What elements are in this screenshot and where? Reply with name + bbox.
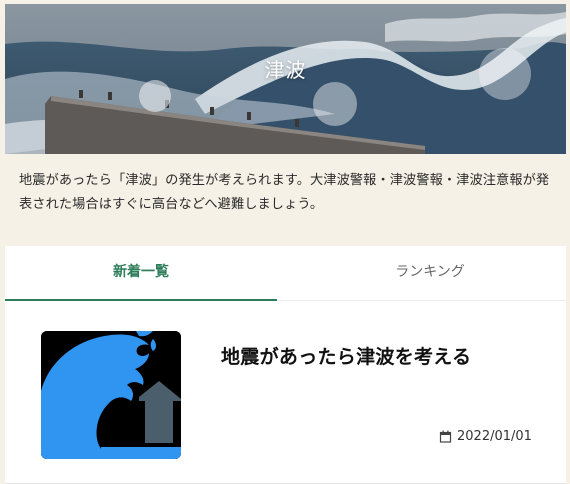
tab-new-arrivals-label: 新着一覧 xyxy=(113,264,169,280)
article-thumbnail[interactable] xyxy=(41,331,181,459)
tsunami-house-icon xyxy=(41,331,181,459)
tab-ranking-label: ランキング xyxy=(395,264,465,280)
article-date-text: 2022/01/01 xyxy=(457,429,532,444)
page: 津波 地震があったら「津波」の発生が考えられます。大津波警報・津波警報・津波注意… xyxy=(5,4,566,484)
hero-title: 津波 xyxy=(264,58,307,82)
article-date: 2022/01/01 xyxy=(439,429,532,444)
article-title[interactable]: 地震があったら津波を考える xyxy=(221,342,471,369)
article-list-item[interactable]: 地震があったら津波を考える 2022/01/01 xyxy=(5,306,566,484)
tab-new-arrivals[interactable]: 新着一覧 xyxy=(5,246,277,301)
tab-bar: 新着一覧 ランキング xyxy=(5,246,566,301)
hero-banner: 津波 xyxy=(5,4,566,154)
tab-ranking[interactable]: ランキング xyxy=(294,246,566,300)
calendar-icon xyxy=(439,430,452,443)
article-list-card: 新着一覧 ランキング 地震があったら津波を考える 2022/01/01 xyxy=(5,246,566,484)
active-tab-indicator xyxy=(5,299,277,301)
page-description: 地震があったら「津波」の発生が考えられます。大津波警報・津波警報・津波注意報が発… xyxy=(19,173,550,212)
